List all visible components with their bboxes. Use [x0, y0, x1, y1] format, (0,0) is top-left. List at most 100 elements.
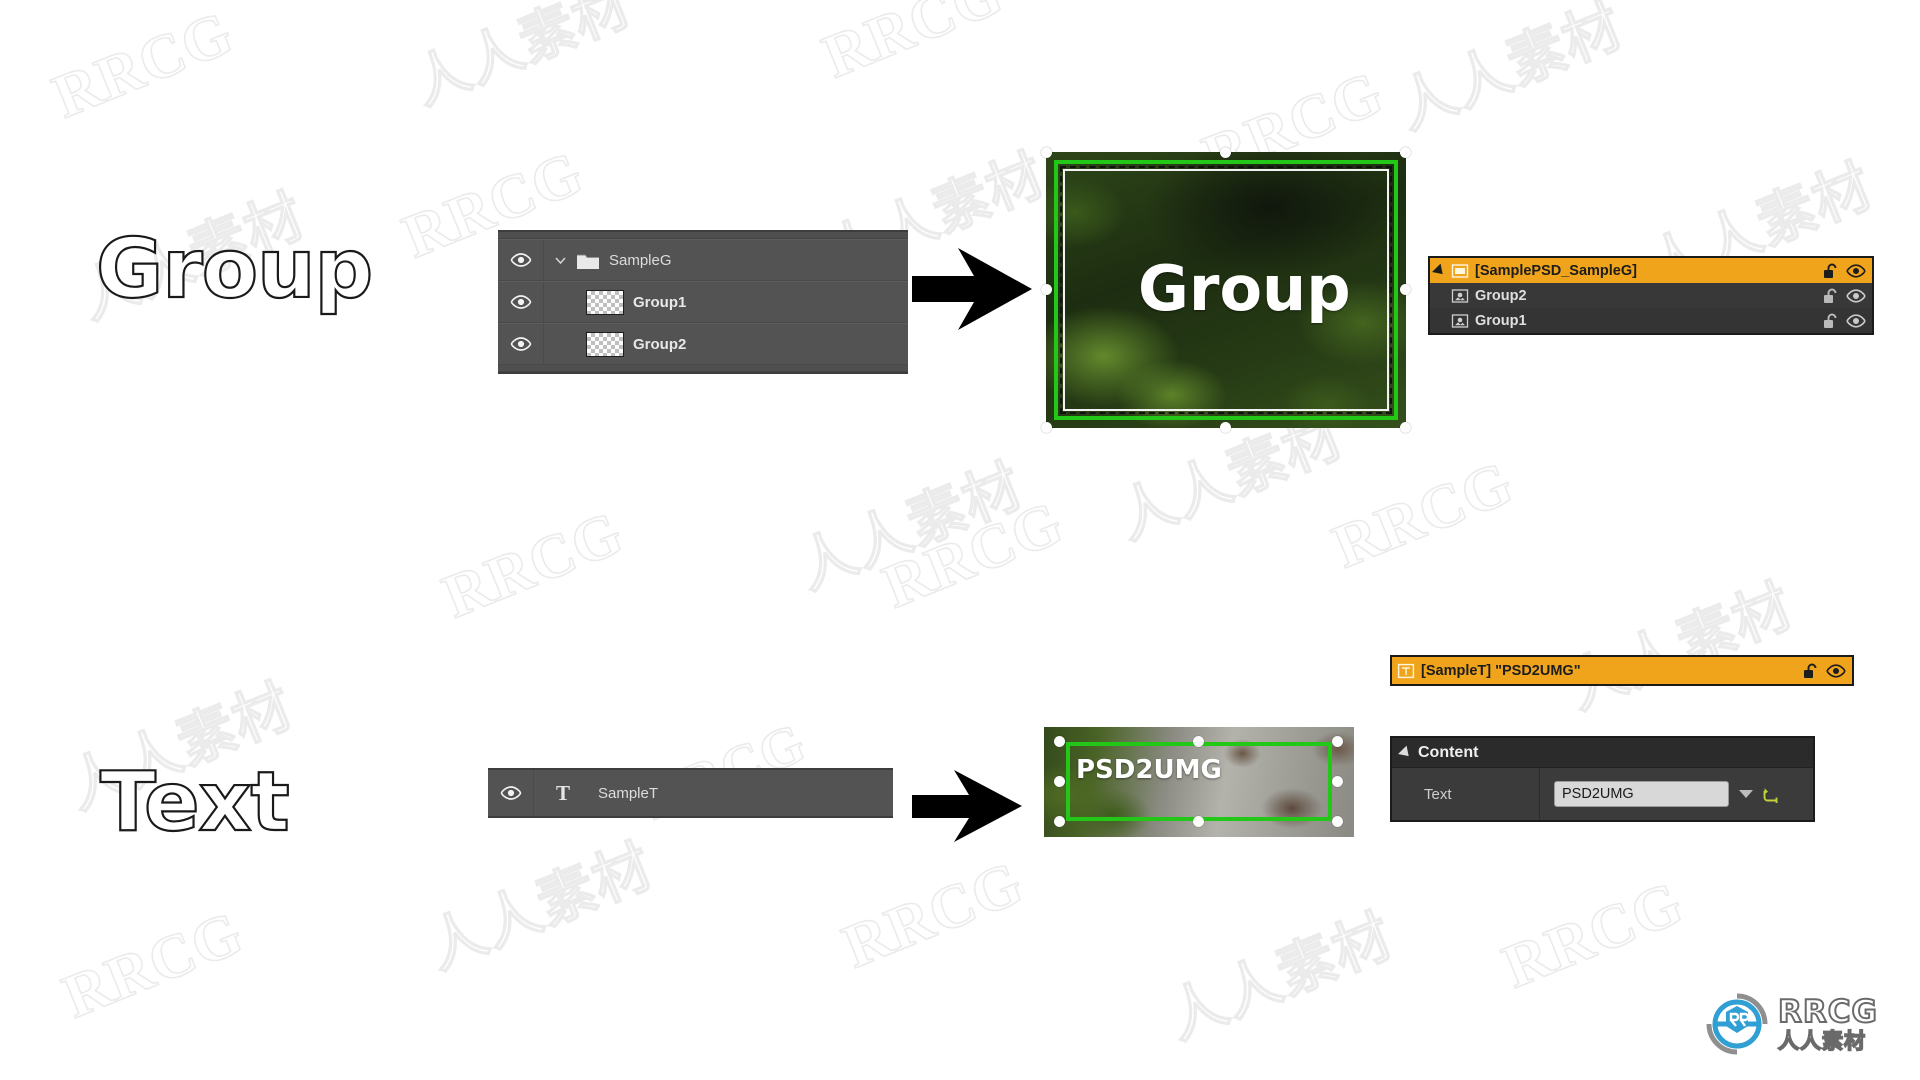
- layer-row-samplet[interactable]: T SampleT: [488, 770, 893, 816]
- watermark-text: RRCG: [813, 0, 1013, 92]
- panel-bottom-strip: [498, 365, 908, 372]
- reset-to-default-icon[interactable]: [1763, 786, 1780, 803]
- watermark-text: 人人素材: [1157, 900, 1403, 1053]
- watermark-text: RRCG: [433, 498, 633, 633]
- unlocked-padlock-icon[interactable]: [1822, 263, 1838, 279]
- hierarchy-label: Group1: [1475, 312, 1527, 329]
- text-input-field[interactable]: PSD2UMG: [1554, 781, 1729, 807]
- resize-handle-n[interactable]: [1220, 147, 1231, 158]
- watermark-text: 人人素材: [403, 0, 640, 119]
- chevron-down-icon[interactable]: [1739, 790, 1753, 798]
- panel-top-strip: [498, 232, 908, 239]
- watermark-text: RRCG: [1323, 448, 1523, 583]
- canvas-preview-text[interactable]: PSD2UMG: [1044, 727, 1354, 837]
- resize-handle-nw[interactable]: [1054, 736, 1065, 747]
- unreal-details-panel-content[interactable]: Content Text PSD2UMG: [1390, 736, 1815, 822]
- photoshop-layers-panel-group[interactable]: SampleG Group1 Group2: [498, 230, 908, 374]
- unlocked-padlock-icon[interactable]: [1802, 663, 1818, 679]
- unreal-hierarchy-panel-group[interactable]: [SamplePSD_SampleG] Group2 Group1: [1428, 256, 1874, 335]
- canvas-panel-icon: [1451, 263, 1469, 278]
- triangle-down-icon[interactable]: [1432, 263, 1447, 278]
- watermark-text: RRCG: [43, 0, 243, 132]
- triangle-down-icon[interactable]: [1398, 745, 1413, 760]
- resize-handle-s[interactable]: [1220, 422, 1231, 433]
- rrcg-logo: RRCG 人人素材: [1706, 993, 1878, 1055]
- watermark-text: 人人素材: [1557, 570, 1803, 723]
- layer-thumbnail: [586, 289, 624, 315]
- hierarchy-label: [SamplePSD_SampleG]: [1475, 262, 1637, 279]
- resize-handle-e[interactable]: [1332, 776, 1343, 787]
- eye-icon[interactable]: [1826, 663, 1846, 678]
- canvas-text-psd2umg: PSD2UMG: [1076, 755, 1222, 785]
- hierarchy-row-samplet[interactable]: [SampleT] "PSD2UMG": [1392, 657, 1852, 684]
- watermark-layer: RRCG 人人素材 RRCG 人人素材 RRCG 人人素材 RRCG RRCG 人人素材 人人素材…: [0, 0, 1920, 1080]
- details-category-label: Content: [1418, 743, 1479, 761]
- hierarchy-row-samplepsd-sampleg[interactable]: [SamplePSD_SampleG]: [1430, 258, 1872, 283]
- eye-icon[interactable]: [1846, 263, 1866, 278]
- watermark-text: RRCG: [833, 848, 1033, 983]
- resize-handle-e[interactable]: [1400, 284, 1411, 295]
- right-arrow-icon: [912, 248, 1032, 330]
- resize-handle-n[interactable]: [1193, 736, 1204, 747]
- watermark-text: RRCG: [1493, 868, 1693, 1003]
- details-category-header[interactable]: Content: [1392, 738, 1813, 768]
- resize-handle-ne[interactable]: [1332, 736, 1343, 747]
- layer-name: SampleT: [598, 784, 659, 802]
- logo-wordmark: RRCG: [1777, 993, 1878, 1030]
- photoshop-layers-panel-text[interactable]: T SampleT: [488, 768, 893, 818]
- section-title-group: Group: [95, 221, 374, 318]
- eye-icon: [500, 786, 521, 800]
- rrcg-shield-icon: [1706, 993, 1768, 1055]
- resize-handle-nw[interactable]: [1041, 147, 1052, 158]
- layer-thumbnail: [586, 331, 624, 357]
- image-widget-icon: [1451, 288, 1469, 303]
- resize-handle-se[interactable]: [1332, 816, 1343, 827]
- unlocked-padlock-icon[interactable]: [1822, 288, 1838, 304]
- screenshot-root: RRCG 人人素材 RRCG 人人素材 RRCG 人人素材 RRCG RRCG 人人素材 人人素材…: [0, 0, 1920, 1080]
- resize-handle-sw[interactable]: [1041, 422, 1052, 433]
- layer-row-group1[interactable]: Group1: [498, 281, 908, 323]
- hierarchy-label: [SampleT] "PSD2UMG": [1421, 662, 1581, 679]
- eye-icon: [510, 337, 531, 351]
- canvas-preview-group[interactable]: Group: [1041, 147, 1411, 433]
- hierarchy-row-group1[interactable]: Group1: [1430, 308, 1872, 333]
- details-property-row: Text PSD2UMG: [1392, 768, 1813, 820]
- image-widget-icon: [1451, 313, 1469, 328]
- property-label: Text: [1392, 768, 1540, 820]
- hierarchy-row-group2[interactable]: Group2: [1430, 283, 1872, 308]
- layer-name: Group1: [633, 293, 687, 311]
- hierarchy-label: Group2: [1475, 287, 1527, 304]
- watermark-text: RRCG: [53, 898, 253, 1033]
- eye-icon: [510, 253, 531, 267]
- canvas-text-group: Group: [1138, 252, 1351, 325]
- watermark-text: RRCG: [873, 488, 1073, 623]
- right-arrow-icon: [912, 770, 1022, 842]
- unlocked-padlock-icon[interactable]: [1822, 313, 1838, 329]
- logo-subtitle: 人人素材: [1777, 1028, 1866, 1053]
- text-type-icon: T: [555, 780, 570, 805]
- layer-name: Group2: [633, 335, 687, 353]
- visibility-toggle[interactable]: [498, 324, 544, 364]
- eye-icon[interactable]: [1846, 288, 1866, 303]
- resize-handle-ne[interactable]: [1400, 147, 1411, 158]
- visibility-toggle[interactable]: [488, 770, 534, 816]
- resize-handle-w[interactable]: [1054, 776, 1065, 787]
- visibility-toggle[interactable]: [498, 240, 544, 280]
- eye-icon: [510, 295, 531, 309]
- visibility-toggle[interactable]: [498, 282, 544, 322]
- section-title-text: Text: [99, 754, 291, 851]
- text-block-icon: [1397, 663, 1415, 678]
- watermark-text: 人人素材: [787, 450, 1033, 603]
- layer-row-sampleg[interactable]: SampleG: [498, 239, 908, 281]
- eye-icon[interactable]: [1846, 313, 1866, 328]
- layer-name: SampleG: [609, 251, 672, 269]
- folder-icon: [577, 254, 599, 269]
- layer-row-group2[interactable]: Group2: [498, 323, 908, 365]
- watermark-text: 人人素材: [417, 830, 663, 983]
- resize-handle-se[interactable]: [1400, 422, 1411, 433]
- resize-handle-s[interactable]: [1193, 816, 1204, 827]
- resize-handle-w[interactable]: [1041, 284, 1052, 295]
- unreal-hierarchy-panel-text[interactable]: [SampleT] "PSD2UMG": [1390, 655, 1854, 686]
- resize-handle-sw[interactable]: [1054, 816, 1065, 827]
- chevron-down-icon[interactable]: [554, 254, 567, 267]
